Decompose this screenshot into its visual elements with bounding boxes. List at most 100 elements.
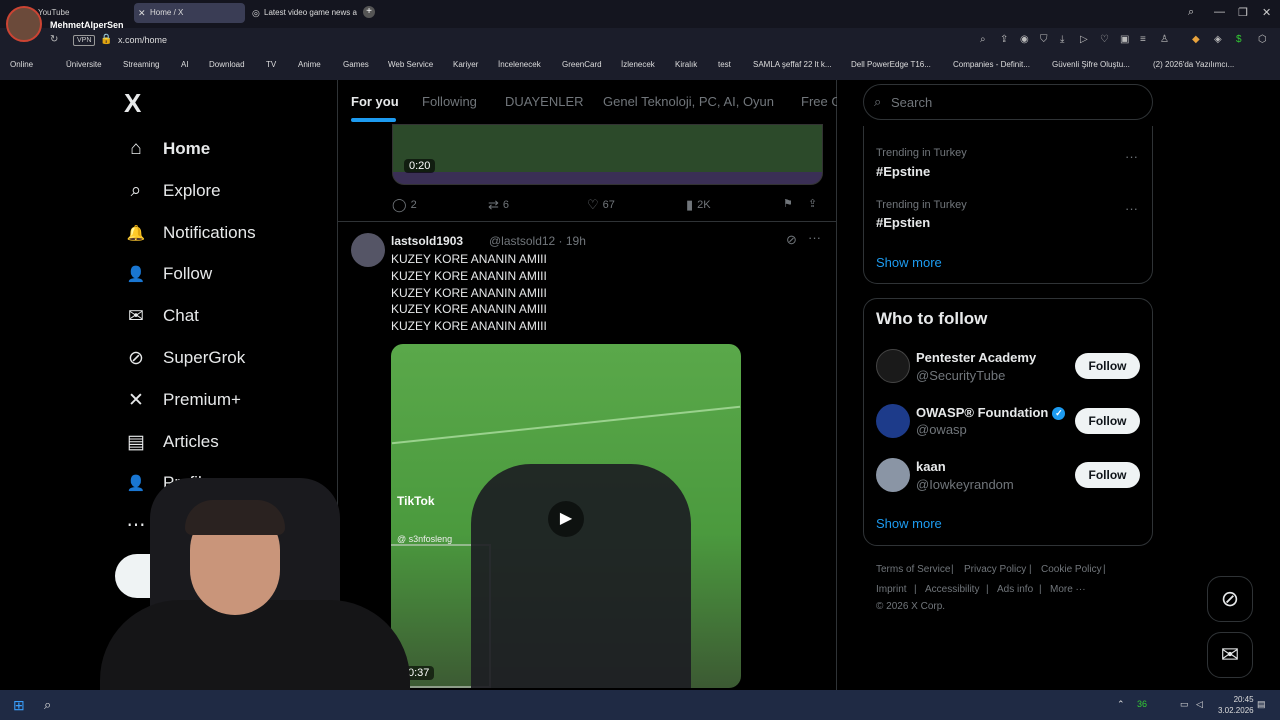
shield-icon[interactable]: ⛉ — [1040, 34, 1048, 45]
volume-icon[interactable]: ◁ — [1196, 699, 1203, 710]
sidebar-item-home[interactable]: ⌂ Home — [124, 134, 210, 164]
extension-icon[interactable]: ⬡ — [1258, 34, 1267, 45]
tab-genel-teknoloji[interactable]: Genel Teknoloji, PC, AI, Oyun — [603, 94, 774, 109]
bookmark[interactable]: Dell PowerEdge T16... — [851, 60, 931, 69]
sidebar-item-supergrok[interactable]: ⊘ SuperGrok — [124, 343, 245, 373]
share-icon[interactable]: ⇪ — [808, 197, 817, 210]
share-icon[interactable]: ⇪ — [1000, 34, 1008, 45]
windows-start-icon[interactable]: ⊞ — [13, 697, 25, 714]
bookmark-icon[interactable]: ⚑ — [783, 197, 793, 210]
menu-icon[interactable]: ≡ — [1140, 34, 1146, 45]
x-logo[interactable]: X — [124, 88, 141, 119]
bookmark[interactable]: Download — [209, 60, 245, 69]
post-author[interactable]: lastsold1903 — [391, 234, 463, 248]
close-icon[interactable]: ✕ — [1262, 6, 1271, 19]
zoom-icon[interactable]: ⌕ — [980, 34, 986, 45]
show-more-link[interactable]: Show more — [876, 255, 942, 270]
account-icon[interactable]: ♙ — [1160, 34, 1169, 45]
bookmark[interactable]: İzlenecek — [621, 60, 655, 69]
new-tab-button[interactable]: + — [363, 6, 375, 18]
follow-button[interactable]: Follow — [1075, 462, 1140, 488]
tab-game-news[interactable]: ◎ Latest video game news a — [248, 3, 358, 23]
grok-icon[interactable]: ⊘ — [786, 232, 797, 248]
bookmark[interactable]: İncelenecek — [498, 60, 541, 69]
tab-for-you[interactable]: For you — [351, 94, 399, 109]
account-name[interactable]: kaan — [916, 459, 946, 474]
reply-button[interactable]: ◯ 2 — [392, 197, 417, 213]
avatar[interactable] — [876, 404, 910, 438]
post-media[interactable] — [392, 124, 823, 185]
more-icon[interactable]: ··· — [1125, 149, 1138, 164]
like-button[interactable]: ♡ 67 — [587, 197, 615, 213]
minimize-icon[interactable]: — — [1214, 6, 1225, 18]
extension-icon[interactable]: ◈ — [1214, 34, 1222, 45]
post-video[interactable]: TikTok @ s3nfosleng ▶ 0:37 — [391, 344, 741, 688]
search-icon[interactable]: ⌕ — [44, 697, 51, 713]
extension-icon[interactable]: ◆ — [1192, 34, 1200, 45]
trend-tag[interactable]: #Epstine — [876, 164, 930, 179]
tab-duayenler[interactable]: DUAYENLER — [505, 94, 584, 109]
bookmark[interactable]: Streaming — [123, 60, 159, 69]
download-icon[interactable]: ⤓ — [1060, 34, 1064, 45]
avatar[interactable] — [876, 349, 910, 383]
account-name[interactable]: Pentester Academy — [916, 350, 1036, 365]
extension-icon[interactable]: $ — [1236, 34, 1242, 45]
show-more-link[interactable]: Show more — [876, 516, 942, 531]
sidebar-item-notifications[interactable]: 🔔 Notifications — [124, 218, 256, 248]
tab-following[interactable]: Following — [422, 94, 477, 109]
account-name-row[interactable]: OWASP® Foundation ✓ — [916, 405, 1066, 420]
bookmark[interactable]: Güvenli Şifre Oluştu... — [1052, 60, 1130, 69]
bookmark[interactable]: test — [718, 60, 731, 69]
notification-icon[interactable]: ▤ — [1257, 699, 1266, 710]
sidebar-item-follow[interactable]: 👤 Follow — [124, 259, 212, 289]
sidebar-item-premium[interactable]: ✕ Premium+ — [124, 385, 241, 415]
repost-button[interactable]: ⇄ 6 — [488, 197, 509, 213]
mail-icon[interactable]: ✉ — [1207, 632, 1253, 678]
footer-link[interactable]: Terms of Service — [876, 564, 950, 575]
bookmark[interactable]: SAMLA şeffaf 22 lt k... — [753, 60, 832, 69]
reload-icon[interactable]: ↻ — [50, 34, 58, 45]
trend-tag[interactable]: #Epstien — [876, 215, 930, 230]
sidebar-item-explore[interactable]: ⌕ Explore — [124, 176, 221, 206]
follow-button[interactable]: Follow — [1075, 353, 1140, 379]
bookmark[interactable]: Anime — [298, 60, 321, 69]
play-icon[interactable]: ▶ — [548, 501, 584, 537]
tab-home-x[interactable]: ✕ Home / X — [134, 3, 245, 23]
vpn-badge[interactable]: VPN — [73, 35, 96, 46]
sidebar-item-articles[interactable]: ▤ Articles — [124, 427, 219, 457]
follow-button[interactable]: Follow — [1075, 408, 1140, 434]
bookmark[interactable]: AI — [181, 60, 189, 69]
bookmark[interactable]: Kariyer — [453, 60, 478, 69]
footer-link[interactable]: More ··· — [1050, 584, 1086, 595]
heart-icon[interactable]: ♡ — [1100, 34, 1109, 45]
post-handle[interactable]: @lastsold12 · 19h — [489, 234, 586, 248]
grok-icon[interactable]: ⊘ — [1207, 576, 1253, 622]
bookmark[interactable]: Üniversite — [66, 60, 102, 69]
wallet-icon[interactable]: ▣ — [1120, 34, 1129, 45]
footer-link[interactable]: Ads info — [997, 584, 1033, 595]
bookmark[interactable]: Web Service — [388, 60, 433, 69]
restore-icon[interactable]: ❐ — [1238, 6, 1248, 19]
play-icon[interactable]: ▷ — [1080, 34, 1088, 45]
monitor-icon[interactable]: ▭ — [1180, 699, 1189, 710]
more-icon[interactable]: ··· — [808, 230, 821, 245]
bookmark[interactable]: (2) 2026'da Yazılımcı... — [1153, 60, 1234, 69]
url-field[interactable]: x.com/home — [118, 35, 167, 45]
bookmark[interactable]: Companies - Definit... — [953, 60, 1030, 69]
more-icon[interactable]: ··· — [1125, 201, 1138, 216]
bookmark[interactable]: Kiralık — [675, 60, 697, 69]
tab-free-games[interactable]: Free G — [801, 94, 837, 109]
chevron-up-icon[interactable]: ⌃ — [1117, 699, 1125, 710]
avatar[interactable] — [876, 458, 910, 492]
tray-counter[interactable]: 36 — [1137, 699, 1147, 709]
search-input[interactable]: ⌕ Search — [863, 84, 1153, 120]
bookmark[interactable]: Games — [343, 60, 369, 69]
bookmark[interactable]: TV — [266, 60, 276, 69]
footer-link[interactable]: Imprint — [876, 584, 907, 595]
taskbar-clock[interactable]: 20:45 3.02.2026 — [1218, 694, 1254, 716]
bookmark[interactable]: GreenCard — [562, 60, 602, 69]
views-button[interactable]: ▮ 2K — [686, 197, 711, 213]
search-icon[interactable]: ⌕ — [1188, 6, 1194, 19]
sidebar-item-chat[interactable]: ✉ Chat — [124, 301, 199, 331]
avatar[interactable] — [351, 233, 385, 267]
